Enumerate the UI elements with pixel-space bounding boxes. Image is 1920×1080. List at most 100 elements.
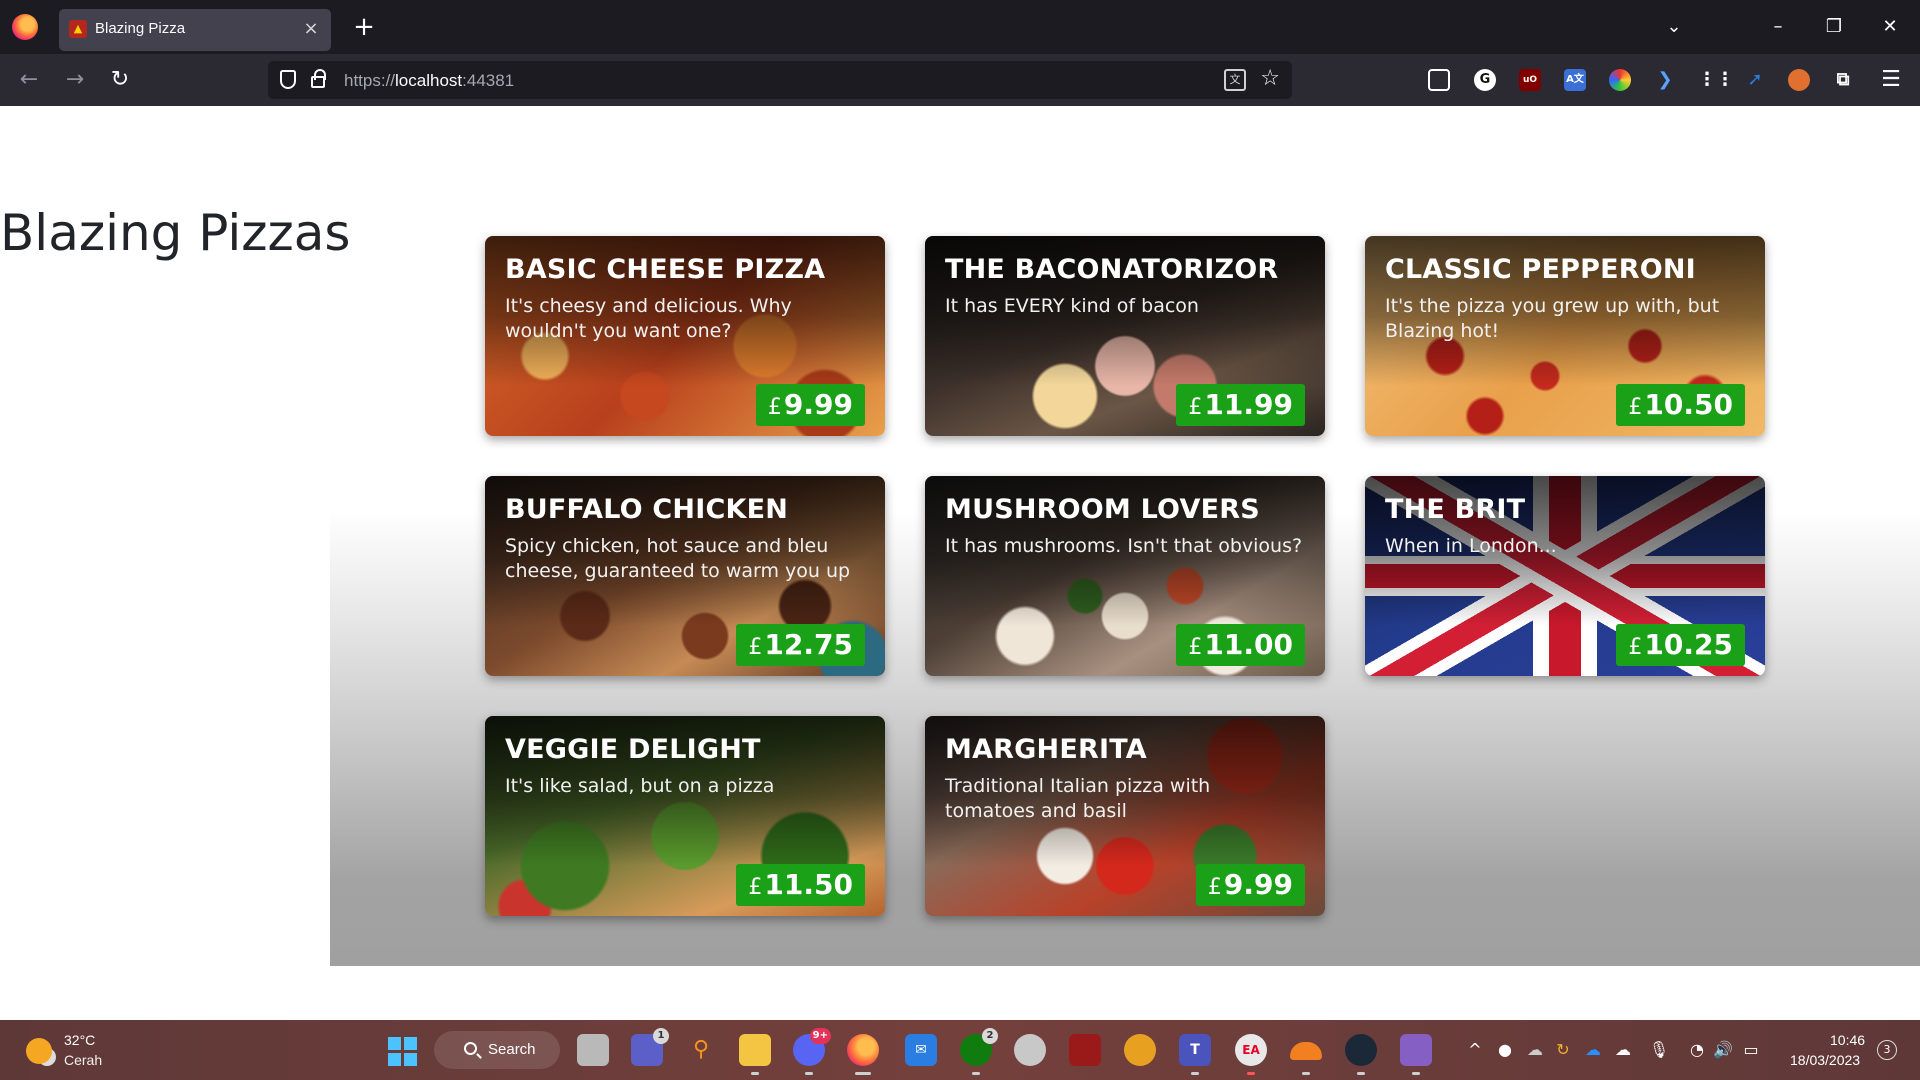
extensions-puzzle-icon[interactable]: ⧉ (1832, 69, 1854, 91)
battery-icon[interactable]: ▭ (1740, 1040, 1762, 1059)
price-badge: £9.99 (1195, 864, 1305, 906)
price-badge: £9.99 (755, 384, 865, 426)
pizza-description: It's cheesy and delicious. Why wouldn't … (505, 295, 792, 342)
tray-app-icon[interactable]: ● (1494, 1040, 1516, 1059)
pizza-card-baconatorizor[interactable]: THE BACONATORIZOR It has EVERY kind of b… (925, 236, 1325, 436)
visual-studio-icon[interactable] (1400, 1034, 1432, 1066)
clock-date[interactable]: 18/03/2023 (1790, 1052, 1860, 1068)
tray-sync-icon[interactable]: ↻ (1552, 1040, 1574, 1059)
pizza-name: BUFFALO CHICKEN (505, 494, 789, 525)
search-app-icon[interactable]: ⚲ (685, 1034, 717, 1066)
tab-blazing-pizza[interactable]: ▲ Blazing Pizza × (59, 9, 331, 51)
ea-app-icon[interactable]: EA (1235, 1034, 1267, 1066)
pizza-name: MUSHROOM LOVERS (945, 494, 1260, 525)
list-tabs-button[interactable]: ⌄ (1656, 12, 1692, 42)
cloudflare-icon[interactable] (1290, 1042, 1322, 1060)
translate-page-icon[interactable]: 文 (1224, 69, 1246, 91)
pizza-card-the-brit[interactable]: THE BRIT When in London... £10.25 (1365, 476, 1765, 676)
pizza-favicon-icon: ▲ (69, 20, 87, 38)
price-badge: £11.00 (1176, 624, 1305, 666)
bookmark-star-icon[interactable]: ☆ (1260, 66, 1280, 91)
xbox-icon[interactable]: 2 (960, 1028, 998, 1066)
mail-icon[interactable]: ✉ (905, 1034, 937, 1066)
pizza-card-buffalo-chicken[interactable]: BUFFALO CHICKEN Spicy chicken, hot sauce… (485, 476, 885, 676)
firefox-icon[interactable] (12, 14, 38, 40)
tab-close-button[interactable]: × (301, 17, 321, 41)
pocket-icon[interactable] (1428, 69, 1450, 91)
tab-title: Blazing Pizza (95, 20, 186, 37)
price-badge: £12.75 (736, 624, 865, 666)
weather-partly-sunny-icon[interactable] (26, 1038, 52, 1064)
pizza-description: It has EVERY kind of bacon (945, 295, 1199, 317)
search-label: Search (488, 1041, 536, 1058)
teams-badge: 1 (653, 1028, 669, 1044)
colorzilla-icon[interactable] (1609, 69, 1631, 91)
pizza-description: Spicy chicken, hot sauce and bleu cheese… (505, 535, 851, 582)
pizza-description: Traditional Italian pizza with tomatoes … (945, 775, 1211, 822)
app-menu-button[interactable]: ☰ (1874, 64, 1908, 96)
discord-icon[interactable]: 9+ (793, 1028, 831, 1066)
lock-icon[interactable] (311, 69, 326, 88)
discord-badge: 9+ (809, 1028, 831, 1044)
reload-button[interactable]: ↻ (103, 64, 137, 96)
price-badge: £11.50 (736, 864, 865, 906)
teams-icon[interactable]: T (1179, 1034, 1211, 1066)
search-icon (464, 1042, 477, 1055)
new-tab-button[interactable]: + (349, 12, 379, 42)
price-badge: £10.25 (1616, 624, 1745, 666)
xbox-badge: 2 (982, 1028, 998, 1044)
pizza-card-mushroom-lovers[interactable]: MUSHROOM LOVERS It has mushrooms. Isn't … (925, 476, 1325, 676)
weather-temperature[interactable]: 32°C (64, 1032, 95, 1048)
blue-extension-icon[interactable]: ➚ (1744, 69, 1766, 91)
pizza-card-basic-cheese[interactable]: BASIC CHEESE PIZZA It's cheesy and delic… (485, 236, 885, 436)
pizza-name: MARGHERITA (945, 734, 1147, 765)
teams-chat-icon[interactable]: 1 (631, 1028, 669, 1066)
url-text[interactable]: https://localhost:44381 (344, 71, 514, 91)
onedrive-icon[interactable]: ☁ (1582, 1040, 1604, 1059)
fox-extension-icon[interactable] (1788, 69, 1810, 91)
pizza-card-veggie-delight[interactable]: VEGGIE DELIGHT It's like salad, but on a… (485, 716, 885, 916)
brave-icon[interactable] (1124, 1034, 1156, 1066)
disk-app-icon[interactable] (1014, 1034, 1046, 1066)
tray-expand-chevron-icon[interactable]: ^ (1464, 1040, 1486, 1059)
red-app-icon[interactable] (1069, 1034, 1101, 1066)
windows-start-icon[interactable] (388, 1037, 418, 1067)
microphone-icon[interactable]: 🎙 (1648, 1040, 1670, 1059)
pizza-description: It has mushrooms. Isn't that obvious? (945, 535, 1303, 557)
onedrive-personal-icon[interactable]: ☁ (1612, 1040, 1634, 1059)
ublock-icon[interactable]: uO (1519, 69, 1541, 91)
minimize-button[interactable]: – (1760, 12, 1796, 42)
pizza-description: When in London... (1385, 535, 1557, 557)
translate-ext-icon[interactable]: A文 (1564, 69, 1586, 91)
wifi-icon[interactable]: ◔ (1686, 1040, 1708, 1059)
steam-icon[interactable] (1345, 1034, 1377, 1066)
back-button[interactable]: ← (12, 64, 46, 96)
arrow-extension-icon[interactable]: ❯ (1654, 69, 1676, 91)
file-explorer-icon[interactable] (739, 1034, 771, 1066)
url-bar[interactable]: https://localhost:44381 文 ☆ (268, 61, 1292, 99)
pizza-name: THE BACONATORIZOR (945, 254, 1279, 285)
close-window-button[interactable]: ✕ (1872, 12, 1908, 42)
pizza-name: VEGGIE DELIGHT (505, 734, 761, 765)
pizza-description: It's the pizza you grew up with, but Bla… (1385, 295, 1720, 342)
pizza-name: THE BRIT (1385, 494, 1526, 525)
pizza-card-classic-pepperoni[interactable]: CLASSIC PEPPERONI It's the pizza you gre… (1365, 236, 1765, 436)
notification-count[interactable]: 3 (1877, 1040, 1897, 1060)
price-badge: £10.50 (1616, 384, 1745, 426)
tab-bar: ▲ Blazing Pizza × + ⌄ – ❐ ✕ (0, 0, 1920, 54)
grammarly-icon[interactable]: G (1474, 69, 1496, 91)
pizza-card-margherita[interactable]: MARGHERITA Traditional Italian pizza wit… (925, 716, 1325, 916)
forward-button[interactable]: → (58, 64, 92, 96)
weather-description[interactable]: Cerah (64, 1052, 102, 1068)
firefox-taskbar-icon[interactable] (847, 1034, 879, 1066)
apps-grid-icon[interactable]: ⋮⋮ (1698, 69, 1734, 91)
volume-icon[interactable]: 🔊 (1712, 1040, 1734, 1059)
taskbar-search-button[interactable]: Search (434, 1031, 560, 1069)
taskbar: 32°C Cerah Search 1 ⚲ 9+ ✉ 2 T EA ^ ● ☁ … (0, 1020, 1920, 1080)
restore-button[interactable]: ❐ (1816, 12, 1852, 42)
task-view-icon[interactable] (577, 1034, 609, 1066)
tray-cloud-icon[interactable]: ☁ (1524, 1040, 1546, 1059)
page-content: Blazing Pizzas BASIC CHEESE PIZZA It's c… (0, 106, 1920, 1020)
tracking-protection-shield-icon[interactable] (280, 70, 296, 89)
clock-time[interactable]: 10:46 (1830, 1032, 1865, 1048)
